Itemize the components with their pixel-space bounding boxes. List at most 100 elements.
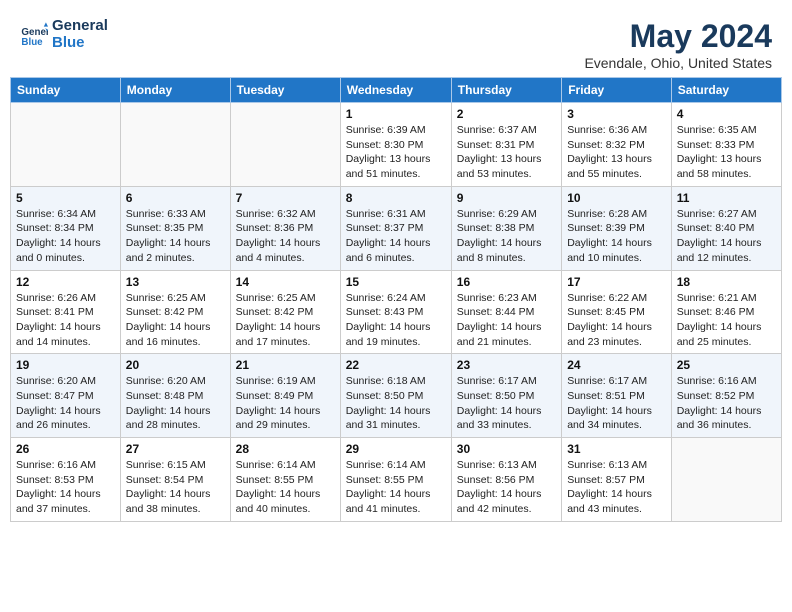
calendar-cell: 22 Sunrise: 6:18 AMSunset: 8:50 PMDayligh… [340,354,451,438]
calendar-cell: 7 Sunrise: 6:32 AMSunset: 8:36 PMDaylight… [230,186,340,270]
day-info: Sunrise: 6:13 AMSunset: 8:56 PMDaylight:… [457,458,556,517]
day-info: Sunrise: 6:17 AMSunset: 8:50 PMDaylight:… [457,374,556,433]
day-number: 27 [126,442,225,456]
calendar-cell: 9 Sunrise: 6:29 AMSunset: 8:38 PMDaylight… [451,186,561,270]
calendar-cell: 3 Sunrise: 6:36 AMSunset: 8:32 PMDaylight… [562,103,672,187]
day-number: 21 [236,358,335,372]
calendar-cell: 23 Sunrise: 6:17 AMSunset: 8:50 PMDayligh… [451,354,561,438]
calendar-cell: 2 Sunrise: 6:37 AMSunset: 8:31 PMDaylight… [451,103,561,187]
title-block: May 2024 Evendale, Ohio, United States [584,18,772,71]
calendar-cell: 10 Sunrise: 6:28 AMSunset: 8:39 PMDayligh… [562,186,672,270]
day-info: Sunrise: 6:33 AMSunset: 8:35 PMDaylight:… [126,207,225,266]
weekday-header-sunday: Sunday [11,78,121,103]
day-number: 14 [236,275,335,289]
day-number: 6 [126,191,225,205]
day-number: 15 [346,275,446,289]
day-number: 3 [567,107,666,121]
calendar-table: SundayMondayTuesdayWednesdayThursdayFrid… [10,77,782,522]
day-number: 20 [126,358,225,372]
day-info: Sunrise: 6:39 AMSunset: 8:30 PMDaylight:… [346,123,446,182]
calendar-week-row: 26Sunrise: 6:16 AMSunset: 8:53 PMDayligh… [11,438,782,522]
day-info: Sunrise: 6:24 AMSunset: 8:43 PMDaylight:… [346,291,446,350]
day-number: 9 [457,191,556,205]
calendar-cell: 17 Sunrise: 6:22 AMSunset: 8:45 PMDayligh… [562,270,672,354]
day-info: Sunrise: 6:13 AMSunset: 8:57 PMDaylight:… [567,458,666,517]
weekday-header-saturday: Saturday [671,78,781,103]
day-number: 13 [126,275,225,289]
day-number: 22 [346,358,446,372]
day-info: Sunrise: 6:32 AMSunset: 8:36 PMDaylight:… [236,207,335,266]
calendar-week-row: 19 Sunrise: 6:20 AMSunset: 8:47 PMDayligh… [11,354,782,438]
day-info: Sunrise: 6:14 AMSunset: 8:55 PMDaylight:… [236,458,335,517]
day-number: 29 [346,442,446,456]
month-title: May 2024 [584,18,772,55]
day-number: 24 [567,358,666,372]
day-info: Sunrise: 6:18 AMSunset: 8:50 PMDaylight:… [346,374,446,433]
day-info: Sunrise: 6:36 AMSunset: 8:32 PMDaylight:… [567,123,666,182]
day-number: 18 [677,275,776,289]
calendar-cell: 28 Sunrise: 6:14 AMSunset: 8:55 PMDayligh… [230,438,340,522]
day-info: Sunrise: 6:17 AMSunset: 8:51 PMDaylight:… [567,374,666,433]
calendar-cell: 20 Sunrise: 6:20 AMSunset: 8:48 PMDayligh… [120,354,230,438]
day-info: Sunrise: 6:37 AMSunset: 8:31 PMDaylight:… [457,123,556,182]
calendar-cell: 13 Sunrise: 6:25 AMSunset: 8:42 PMDayligh… [120,270,230,354]
day-number: 12 [16,275,115,289]
calendar-cell: 31 Sunrise: 6:13 AMSunset: 8:57 PMDayligh… [562,438,672,522]
calendar-cell: 25Sunrise: 6:16 AMSunset: 8:52 PMDayligh… [671,354,781,438]
day-info: Sunrise: 6:31 AMSunset: 8:37 PMDaylight:… [346,207,446,266]
day-info: Sunrise: 6:20 AMSunset: 8:48 PMDaylight:… [126,374,225,433]
day-number: 2 [457,107,556,121]
calendar-cell: 24 Sunrise: 6:17 AMSunset: 8:51 PMDayligh… [562,354,672,438]
calendar-cell: 11 Sunrise: 6:27 AMSunset: 8:40 PMDayligh… [671,186,781,270]
day-info: Sunrise: 6:20 AMSunset: 8:47 PMDaylight:… [16,374,115,433]
day-info: Sunrise: 6:26 AMSunset: 8:41 PMDaylight:… [16,291,115,350]
day-info: Sunrise: 6:21 AMSunset: 8:46 PMDaylight:… [677,291,776,350]
calendar-cell: 16 Sunrise: 6:23 AMSunset: 8:44 PMDayligh… [451,270,561,354]
day-number: 19 [16,358,115,372]
day-number: 28 [236,442,335,456]
location: Evendale, Ohio, United States [584,55,772,71]
weekday-header-friday: Friday [562,78,672,103]
day-info: Sunrise: 6:34 AMSunset: 8:34 PMDaylight:… [16,207,115,266]
calendar-cell: 6 Sunrise: 6:33 AMSunset: 8:35 PMDaylight… [120,186,230,270]
day-info: Sunrise: 6:14 AMSunset: 8:55 PMDaylight:… [346,458,446,517]
calendar-cell: 5Sunrise: 6:34 AMSunset: 8:34 PMDaylight… [11,186,121,270]
calendar-week-row: 5Sunrise: 6:34 AMSunset: 8:34 PMDaylight… [11,186,782,270]
day-number: 31 [567,442,666,456]
logo-text-blue: Blue [52,35,108,52]
day-info: Sunrise: 6:28 AMSunset: 8:39 PMDaylight:… [567,207,666,266]
day-number: 8 [346,191,446,205]
calendar-cell: 4Sunrise: 6:35 AMSunset: 8:33 PMDaylight… [671,103,781,187]
day-info: Sunrise: 6:29 AMSunset: 8:38 PMDaylight:… [457,207,556,266]
calendar-cell: 18 Sunrise: 6:21 AMSunset: 8:46 PMDayligh… [671,270,781,354]
calendar-cell: 12 Sunrise: 6:26 AMSunset: 8:41 PMDayligh… [11,270,121,354]
day-number: 17 [567,275,666,289]
day-number: 7 [236,191,335,205]
calendar-cell: 1Sunrise: 6:39 AMSunset: 8:30 PMDaylight… [340,103,451,187]
day-number: 10 [567,191,666,205]
calendar-cell: 19 Sunrise: 6:20 AMSunset: 8:47 PMDayligh… [11,354,121,438]
weekday-header-tuesday: Tuesday [230,78,340,103]
calendar-cell: 14 Sunrise: 6:25 AMSunset: 8:42 PMDayligh… [230,270,340,354]
day-info: Sunrise: 6:16 AMSunset: 8:52 PMDaylight:… [677,374,776,433]
weekday-header-monday: Monday [120,78,230,103]
day-info: Sunrise: 6:25 AMSunset: 8:42 PMDaylight:… [236,291,335,350]
day-info: Sunrise: 6:16 AMSunset: 8:53 PMDaylight:… [16,458,115,517]
day-info: Sunrise: 6:27 AMSunset: 8:40 PMDaylight:… [677,207,776,266]
calendar-week-row: 12 Sunrise: 6:26 AMSunset: 8:41 PMDayligh… [11,270,782,354]
logo-icon: General Blue [20,21,48,49]
day-number: 16 [457,275,556,289]
calendar-cell: 30Sunrise: 6:13 AMSunset: 8:56 PMDayligh… [451,438,561,522]
day-number: 23 [457,358,556,372]
day-info: Sunrise: 6:23 AMSunset: 8:44 PMDaylight:… [457,291,556,350]
day-info: Sunrise: 6:22 AMSunset: 8:45 PMDaylight:… [567,291,666,350]
calendar-cell: 8 Sunrise: 6:31 AMSunset: 8:37 PMDaylight… [340,186,451,270]
calendar-header-row: SundayMondayTuesdayWednesdayThursdayFrid… [11,78,782,103]
day-info: Sunrise: 6:15 AMSunset: 8:54 PMDaylight:… [126,458,225,517]
logo-text-general: General [52,18,108,35]
calendar-cell: 21Sunrise: 6:19 AMSunset: 8:49 PMDayligh… [230,354,340,438]
day-number: 11 [677,191,776,205]
calendar-cell: 26Sunrise: 6:16 AMSunset: 8:53 PMDayligh… [11,438,121,522]
day-info: Sunrise: 6:25 AMSunset: 8:42 PMDaylight:… [126,291,225,350]
day-number: 4 [677,107,776,121]
